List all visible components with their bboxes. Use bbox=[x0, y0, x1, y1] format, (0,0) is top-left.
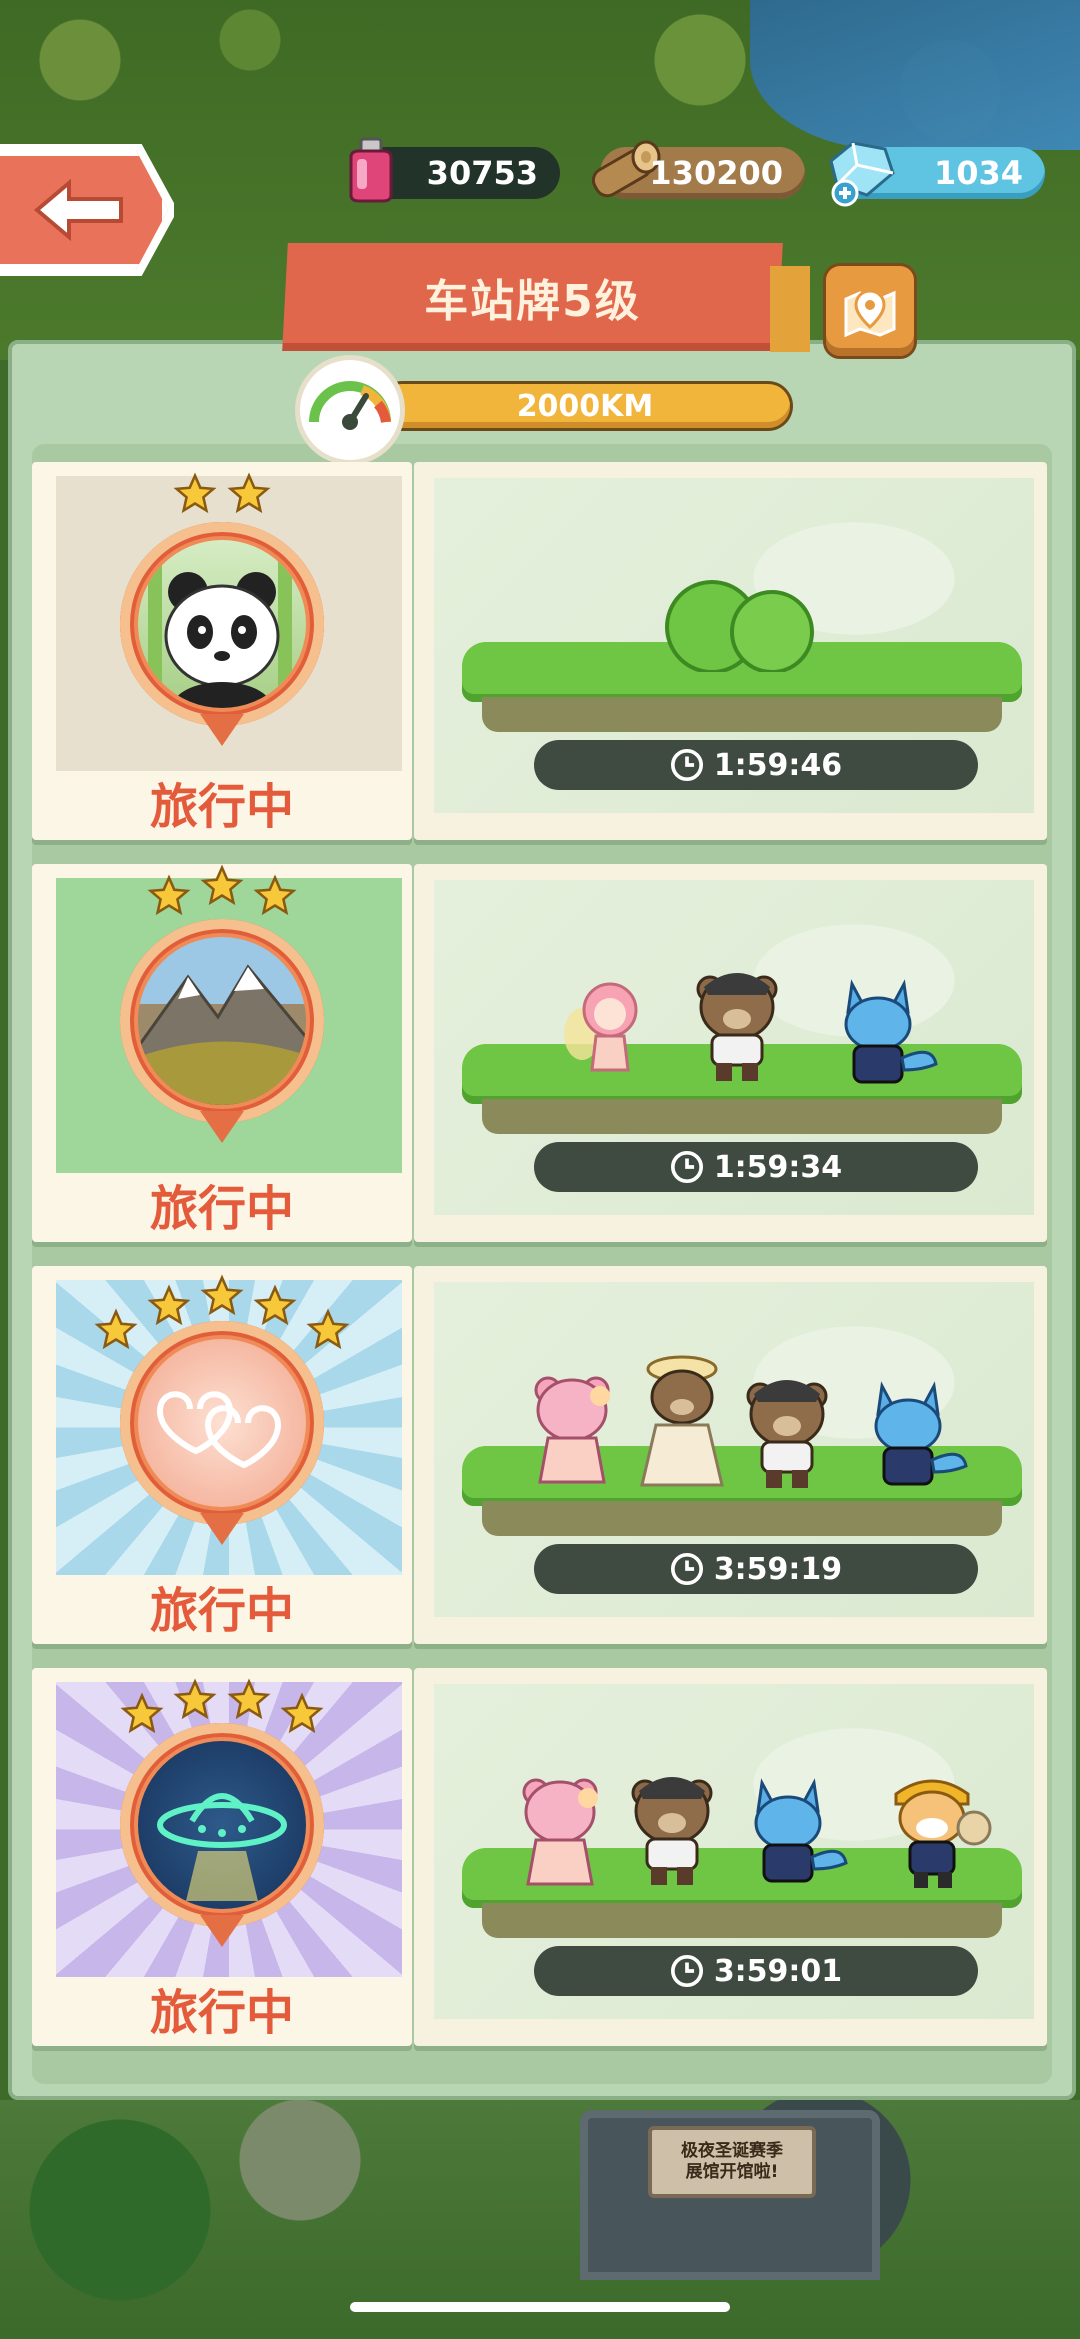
travel-card-4[interactable]: 旅行中 3:59:01 bbox=[32, 1668, 1052, 2046]
gem-value: 1034 bbox=[933, 154, 1023, 192]
star-icon bbox=[200, 1274, 244, 1316]
mountain-icon bbox=[138, 964, 306, 1105]
timer-text: 1:59:46 bbox=[713, 747, 843, 783]
card-destination-panel: 旅行中 bbox=[32, 1668, 412, 2046]
wood-value: 130200 bbox=[649, 154, 783, 192]
status-label: 旅行中 bbox=[149, 779, 294, 835]
star-rating bbox=[32, 1678, 412, 1734]
star-icon bbox=[173, 1678, 217, 1720]
speed-value: 2000KM bbox=[516, 388, 654, 424]
speed-gauge-icon bbox=[300, 360, 400, 460]
travel-card-2[interactable]: 旅行中 1:59:34 bbox=[32, 864, 1052, 1242]
page-title: 车站牌5级 bbox=[424, 276, 641, 327]
star-icon bbox=[227, 1678, 271, 1720]
travel-card-1[interactable]: 旅行中 1:59:46 bbox=[32, 462, 1052, 840]
travel-timer: 1:59:34 bbox=[534, 1142, 978, 1192]
status-label: 旅行中 bbox=[149, 1985, 294, 2041]
star-icon bbox=[200, 864, 244, 906]
status-label: 旅行中 bbox=[149, 1181, 294, 1237]
back-arrow-icon bbox=[33, 178, 123, 242]
timer-text: 3:59:19 bbox=[713, 1551, 843, 1587]
brown-bear-character bbox=[617, 1763, 727, 1897]
star-icon bbox=[120, 1692, 164, 1734]
star-rating bbox=[32, 472, 412, 520]
star-icon bbox=[173, 472, 217, 514]
status-label: 旅行中 bbox=[149, 1583, 294, 1639]
star-icon bbox=[280, 1692, 324, 1734]
river bbox=[750, 0, 1080, 150]
timer-text: 1:59:34 bbox=[713, 1149, 843, 1185]
star-icon bbox=[227, 472, 271, 514]
notice-line-1: 极夜圣诞赛季 bbox=[681, 2141, 783, 2161]
gem-resource[interactable]: 1034 bbox=[829, 141, 1045, 207]
card-destination-panel: 旅行中 bbox=[32, 1266, 412, 1644]
pink-bear-character bbox=[522, 1366, 622, 1500]
home-indicator bbox=[350, 2302, 730, 2312]
star-icon bbox=[253, 1284, 297, 1326]
star-icon bbox=[94, 1308, 138, 1350]
clock-icon bbox=[670, 1954, 703, 1988]
travel-timer: 3:59:01 bbox=[534, 1946, 978, 1996]
shiba-dog-character bbox=[882, 1768, 992, 1902]
season-notice-sign[interactable]: 极夜圣诞赛季 展馆开馆啦! bbox=[648, 2126, 816, 2198]
bride-bear-character bbox=[632, 1351, 732, 1500]
travel-timer: 3:59:19 bbox=[534, 1544, 978, 1594]
bush bbox=[657, 572, 837, 676]
card-destination-panel: 旅行中 bbox=[32, 462, 412, 840]
timer-text: 3:59:01 bbox=[713, 1953, 843, 1989]
clock-icon bbox=[670, 1150, 703, 1184]
panda-icon bbox=[148, 540, 292, 708]
ink-resource[interactable]: 30753 bbox=[349, 137, 560, 203]
travel-timer: 1:59:46 bbox=[534, 740, 978, 790]
destination-badge bbox=[120, 1321, 324, 1525]
gem-icon bbox=[829, 141, 895, 207]
hearts-icon bbox=[156, 1391, 282, 1469]
star-icon bbox=[147, 1284, 191, 1326]
ink-value: 30753 bbox=[426, 154, 538, 192]
wood-resource[interactable]: 130200 bbox=[591, 140, 805, 199]
destination-badge bbox=[120, 919, 324, 1123]
notice-line-2: 展馆开馆啦! bbox=[685, 2162, 779, 2182]
star-rating bbox=[32, 864, 412, 922]
pink-fairy-character bbox=[562, 974, 652, 1088]
ufo-icon bbox=[157, 1793, 287, 1901]
clock-icon bbox=[670, 748, 703, 782]
card-destination-panel: 旅行中 bbox=[32, 864, 412, 1242]
star-icon bbox=[147, 874, 191, 916]
ink-bottle-icon bbox=[349, 137, 393, 203]
speed-bar: 2000KM bbox=[380, 384, 790, 428]
blue-wolf-character bbox=[832, 974, 942, 1098]
map-pin-icon bbox=[844, 289, 896, 338]
travel-card-3[interactable]: 旅行中 3:59:19 bbox=[32, 1266, 1052, 1644]
brown-bear-character bbox=[682, 959, 792, 1093]
back-button[interactable] bbox=[0, 144, 174, 276]
blue-wolf-character bbox=[862, 1376, 972, 1500]
star-icon bbox=[306, 1308, 350, 1350]
clock-icon bbox=[670, 1552, 703, 1586]
destination-badge bbox=[120, 1723, 324, 1927]
star-icon bbox=[253, 874, 297, 916]
brown-bear-character bbox=[732, 1366, 842, 1500]
blue-wolf-character bbox=[742, 1773, 852, 1897]
destination-badge bbox=[120, 522, 324, 726]
pink-bear-character bbox=[510, 1768, 610, 1902]
map-button[interactable] bbox=[826, 266, 914, 356]
